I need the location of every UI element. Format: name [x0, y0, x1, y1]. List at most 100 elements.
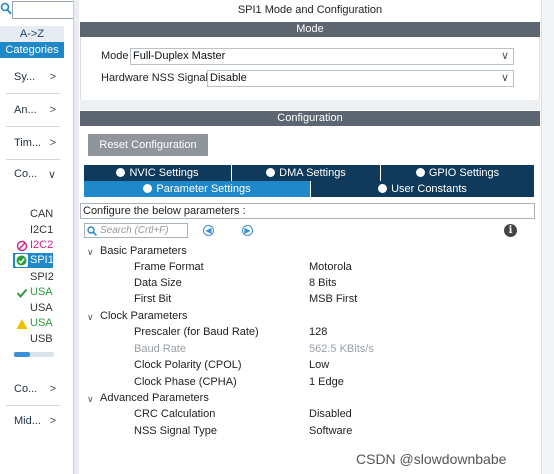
info-icon[interactable]: i	[504, 224, 517, 237]
param-name-data-size: Data Size	[134, 277, 182, 289]
scrollbar-thumb[interactable]	[14, 352, 30, 357]
peripheral-usart3[interactable]: USA	[30, 317, 53, 329]
mode-label: Mode	[101, 50, 129, 62]
warning-icon	[16, 319, 28, 329]
check-icon	[15, 254, 28, 267]
next-match-icon[interactable]: ▶	[242, 225, 253, 236]
peripheral-usb[interactable]: USB	[30, 333, 53, 345]
mode-config-panel: SPI1 Mode and Configuration Mode Mode Fu…	[80, 0, 540, 474]
divider	[6, 159, 60, 160]
chevron-down-icon: ∨	[500, 72, 509, 84]
param-name-cpol: Clock Polarity (CPOL)	[134, 359, 242, 371]
chevron-down-icon[interactable]: ∨	[87, 394, 94, 405]
peripheral-spi2[interactable]: SPI2	[30, 271, 54, 283]
param-value-baud-rate: 562.5 KBits/s	[309, 343, 374, 355]
panel-splitter[interactable]	[73, 0, 79, 474]
param-name-prescaler: Prescaler (for Baud Rate)	[134, 326, 259, 338]
chevron-down-icon: ∨	[500, 50, 509, 62]
tab-categories[interactable]: Categories	[0, 42, 64, 58]
parameter-search-input[interactable]: Search (Crtl+F)	[84, 223, 188, 238]
chevron-right-icon: >	[49, 415, 56, 427]
param-value-prescaler[interactable]: 128	[309, 326, 327, 338]
configuration-section: Reset Configuration NVIC Settings DMA Se…	[80, 126, 540, 474]
chevron-right-icon: >	[49, 383, 56, 395]
param-value-crc[interactable]: Disabled	[309, 408, 352, 420]
chevron-right-icon: >	[49, 137, 56, 149]
category-computing[interactable]: Co... >	[14, 383, 60, 399]
chevron-down-icon[interactable]: ∨	[87, 247, 94, 258]
sidebar-search-input[interactable]	[12, 1, 74, 19]
peripheral-usart2[interactable]: USA	[30, 302, 53, 314]
check-circle-icon	[116, 168, 126, 177]
group-advanced-parameters[interactable]: Advanced Parameters	[100, 392, 209, 404]
category-label: An...	[14, 104, 37, 116]
param-value-cpol[interactable]: Low	[309, 359, 329, 371]
nss-select[interactable]: Disable ∨	[207, 70, 514, 87]
param-value-frame-format[interactable]: Motorola	[309, 261, 352, 273]
chevron-down-icon[interactable]: ∨	[87, 312, 94, 323]
check-circle-icon	[378, 184, 388, 193]
tab-gpio-settings[interactable]: GPIO Settings	[381, 165, 534, 181]
mode-select-value: Full-Duplex Master	[133, 50, 226, 62]
divider	[6, 126, 60, 127]
mode-section-header: Mode	[80, 22, 540, 37]
category-connectivity[interactable]: Co... ∨	[14, 168, 60, 184]
forbidden-icon	[16, 240, 28, 252]
peripheral-can[interactable]: CAN	[30, 208, 53, 220]
category-system-core[interactable]: Sy... >	[14, 71, 60, 87]
check-circle-icon	[415, 168, 425, 177]
category-sidebar: A->Z Categories Sy... > An... > Tim... >…	[0, 0, 74, 474]
param-name-first-bit: First Bit	[134, 293, 172, 305]
watermark: CSDN @slowdownbabe	[356, 451, 507, 467]
tab-label: NVIC Settings	[129, 167, 199, 179]
chevron-right-icon: >	[49, 104, 56, 116]
tab-user-constants[interactable]: User Constants	[311, 181, 534, 197]
group-basic-parameters[interactable]: Basic Parameters	[100, 245, 187, 257]
tab-a-to-z[interactable]: A->Z	[0, 26, 64, 42]
param-name-baud-rate: Baud Rate	[134, 343, 186, 355]
param-name-nss-type: NSS Signal Type	[134, 425, 217, 437]
tab-label: User Constants	[391, 183, 467, 195]
category-timers[interactable]: Tim... >	[14, 137, 60, 153]
search-icon	[0, 2, 12, 15]
param-name-crc: CRC Calculation	[134, 408, 216, 420]
param-value-data-size[interactable]: 8 Bits	[309, 277, 337, 289]
divider	[6, 93, 60, 94]
chevron-right-icon: >	[49, 71, 56, 83]
divider	[6, 405, 60, 406]
check-circle-icon	[143, 184, 153, 193]
category-label: Tim...	[14, 137, 42, 149]
check-icon	[16, 288, 28, 299]
chevron-down-icon: ∨	[47, 169, 56, 181]
param-value-cpha[interactable]: 1 Edge	[309, 376, 344, 388]
mode-select[interactable]: Full-Duplex Master ∨	[130, 48, 514, 65]
tab-nvic-settings[interactable]: NVIC Settings	[84, 165, 231, 181]
peripheral-spi1[interactable]: SPI1	[13, 253, 54, 268]
tab-label: Parameter Settings	[156, 183, 251, 195]
category-label: Mid...	[14, 415, 41, 427]
group-clock-parameters[interactable]: Clock Parameters	[100, 310, 187, 322]
category-label: Co...	[14, 168, 38, 180]
nss-label: Hardware NSS Signal	[101, 72, 208, 84]
parameters-heading: Configure the below parameters :	[80, 203, 535, 219]
param-value-first-bit[interactable]: MSB First	[309, 293, 357, 305]
tab-label: GPIO Settings	[428, 167, 500, 179]
reset-configuration-button[interactable]: Reset Configuration	[88, 134, 208, 156]
peripheral-label: SPI1	[30, 254, 54, 266]
category-middleware[interactable]: Mid... >	[14, 415, 60, 431]
page-title: SPI1 Mode and Configuration	[237, 4, 383, 16]
check-circle-icon	[266, 168, 276, 177]
peripheral-i2c1[interactable]: I2C1	[30, 224, 53, 236]
sidebar-scrollbar[interactable]	[14, 352, 54, 357]
param-name-frame-format: Frame Format	[134, 261, 204, 273]
peripheral-usart1[interactable]: USA	[30, 286, 53, 298]
category-label: Co...	[14, 383, 38, 395]
tab-dma-settings[interactable]: DMA Settings	[232, 165, 380, 181]
category-label: Sy...	[14, 71, 36, 83]
category-analog[interactable]: An... >	[14, 104, 60, 120]
peripheral-i2c2[interactable]: I2C2	[30, 239, 53, 251]
previous-match-icon[interactable]: ◀	[203, 225, 214, 236]
param-value-nss-type[interactable]: Software	[309, 425, 352, 437]
main-scrollbar[interactable]	[541, 0, 554, 474]
tab-parameter-settings[interactable]: Parameter Settings	[84, 181, 310, 197]
